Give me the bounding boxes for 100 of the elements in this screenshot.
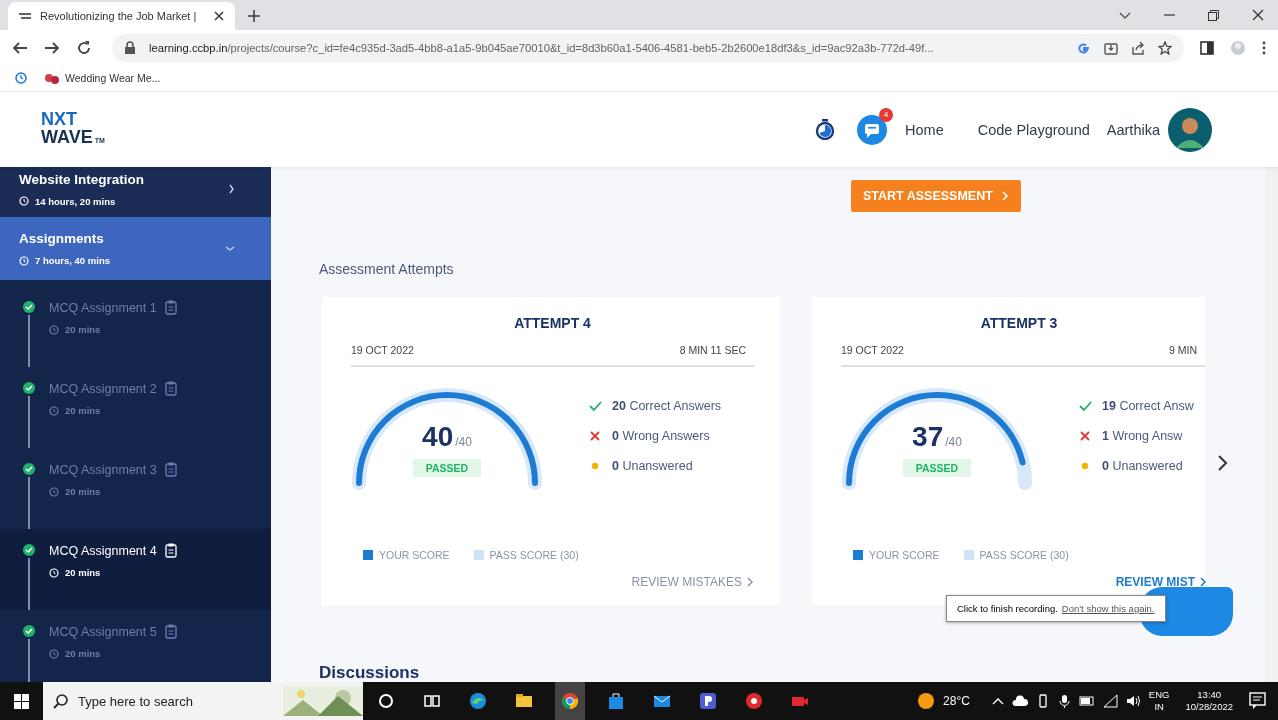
edge-icon[interactable]: [469, 692, 487, 710]
duration-text: 14 hours, 20 mins: [35, 195, 116, 207]
legend-label: YOUR SCORE: [869, 549, 940, 561]
history-icon[interactable]: [14, 71, 28, 85]
assignment-title: MCQ Assignment 1: [49, 300, 157, 315]
chevron-up-icon[interactable]: [991, 696, 1004, 706]
assignment-item[interactable]: MCQ Assignment 2 20 mins: [0, 367, 271, 448]
notification-icon[interactable]: [1249, 692, 1266, 710]
score-total: /40: [945, 435, 962, 449]
nav-link[interactable]: Code Playground: [977, 121, 1090, 138]
duration-text: 20 mins: [65, 405, 101, 416]
avatar[interactable]: [1168, 107, 1212, 152]
legend-label: PASS SCORE (30): [489, 549, 579, 561]
clock-icon: [19, 255, 29, 266]
folder-icon[interactable]: [515, 692, 533, 710]
battery-icon[interactable]: [1078, 694, 1095, 708]
dont-show-link[interactable]: Don't show this again.: [1061, 603, 1155, 614]
sidebar-section[interactable]: Website Integration 14 hours, 20 mins: [0, 167, 271, 217]
clock-icon: [49, 648, 59, 659]
clock[interactable]: 13:40 10/28/2022: [1185, 689, 1233, 713]
google-icon[interactable]: [1077, 40, 1091, 55]
clock-icon: [49, 324, 59, 335]
store-icon[interactable]: [607, 692, 625, 710]
legend-swatch-icon: [853, 550, 863, 560]
chrome-icon[interactable]: [555, 682, 585, 720]
assignment-item[interactable]: MCQ Assignment 4 20 mins: [0, 529, 271, 610]
assignment-title: MCQ Assignment 4: [49, 543, 157, 558]
stopwatch-icon[interactable]: [815, 119, 836, 140]
speaker-icon[interactable]: [1125, 694, 1141, 708]
close-icon[interactable]: [213, 10, 225, 22]
duration-text: 20 mins: [65, 324, 101, 335]
sun-icon[interactable]: [917, 692, 936, 710]
attempt-date: 19 OCT 2022: [841, 344, 904, 356]
share-icon[interactable]: [1131, 40, 1145, 55]
reload-icon[interactable]: [76, 39, 92, 56]
legend-swatch-icon: [963, 550, 974, 560]
review-mistakes-link[interactable]: REVIEW MIST: [1115, 575, 1207, 589]
app-icon[interactable]: [699, 692, 717, 710]
score-value: 40: [422, 421, 454, 453]
clipboard-icon: [164, 543, 177, 558]
search-field[interactable]: Type here to search: [43, 682, 363, 720]
side-panel-icon[interactable]: [1200, 40, 1214, 55]
restore-icon[interactable]: [1208, 9, 1219, 21]
plus-icon[interactable]: [247, 9, 261, 23]
browser-tab[interactable]: Revolutionizing the Job Market |: [8, 2, 235, 30]
close-icon[interactable]: [1252, 9, 1264, 21]
score-total: /40: [455, 435, 472, 449]
attempt-duration: 8 MIN 11 SEC: [679, 344, 746, 356]
flower-icon: [44, 71, 59, 85]
url-text: learning.ccbp.in/projects/course?c_id=fe4c935d-3ad5-4bb8-a1a5-9b045ae70010&t_id=8d3b60a1-5406-4581-beb5-2b2600e18df3&s_id=9ac92a3b-772d-49f...: [149, 41, 935, 54]
assignment-title: MCQ Assignment 2: [49, 381, 157, 396]
sidebar-section[interactable]: Assignments 7 hours, 40 mins: [0, 217, 271, 280]
star-icon[interactable]: [1158, 40, 1172, 55]
result-badge: PASSED: [902, 459, 972, 477]
assignment-item[interactable]: MCQ Assignment 5 20 mins: [0, 610, 271, 682]
assignment-title: MCQ Assignment 5: [49, 624, 157, 639]
assignment-title: MCQ Assignment 3: [49, 462, 157, 477]
cloud-icon[interactable]: [1011, 694, 1028, 708]
search-icon: [53, 693, 68, 709]
chat-icon[interactable]: [857, 114, 888, 145]
stat-text: 20 Correct Answers: [612, 399, 722, 413]
attempt-duration: 9 MIN: [1169, 344, 1197, 356]
language-indicator[interactable]: ENG IN: [1148, 689, 1170, 713]
legend-label: PASS SCORE (30): [979, 549, 1069, 561]
bookmark[interactable]: Wedding Wear Me...: [44, 71, 161, 85]
assignment-item[interactable]: MCQ Assignment 3 20 mins: [0, 448, 271, 529]
attempt-title: ATTEMPT 3: [979, 315, 1059, 331]
user-name[interactable]: Aarthika: [1106, 121, 1160, 138]
clock-icon: [19, 196, 29, 206]
clock-icon: [49, 405, 59, 416]
chevron-down-icon[interactable]: [1119, 11, 1131, 19]
stat-text: 0 Wrong Answers: [612, 429, 710, 443]
cross-icon: [589, 430, 602, 442]
section-heading: Discussions: [319, 663, 421, 682]
assignment-item[interactable]: MCQ Assignment 1 20 mins: [0, 286, 271, 367]
temperature-text[interactable]: 28°C: [943, 694, 970, 708]
install-icon[interactable]: [1104, 40, 1118, 55]
task-view-icon[interactable]: [423, 692, 441, 710]
address-bar[interactable]: learning.ccbp.in/projects/course?c_id=fe4c935d-3ad5-4bb8-a1a5-9b045ae70010&t_id=8d3b60a1-5406-4581-beb5-2b2600e18df3&s_id=9ac92a3b-772d-49f...: [112, 33, 1184, 62]
clipboard-icon: [164, 462, 177, 477]
score-value: 37: [912, 421, 944, 453]
microphone-icon[interactable]: [1057, 694, 1071, 708]
menu-icon[interactable]: [1262, 40, 1266, 55]
chevron-right-icon: [1001, 191, 1009, 201]
clipboard-icon: [164, 381, 177, 396]
legend-swatch-icon: [363, 550, 373, 560]
check-icon: [589, 400, 602, 412]
stat-text: 19 Correct Answ: [1102, 399, 1194, 413]
scrollbar[interactable]: [1265, 167, 1278, 682]
app-icon[interactable]: [745, 692, 763, 710]
chevron-right-icon: [229, 184, 235, 194]
back-icon[interactable]: [12, 39, 28, 56]
cortana-icon[interactable]: [377, 692, 395, 710]
legend-label: YOUR SCORE: [379, 549, 450, 561]
windows-icon[interactable]: [14, 693, 29, 709]
chevron-right-icon: [747, 577, 754, 587]
nav-link[interactable]: Home: [905, 121, 944, 138]
duration-text: 20 mins: [65, 567, 101, 578]
forward-icon[interactable]: [44, 39, 60, 56]
page-icon: [18, 10, 32, 22]
